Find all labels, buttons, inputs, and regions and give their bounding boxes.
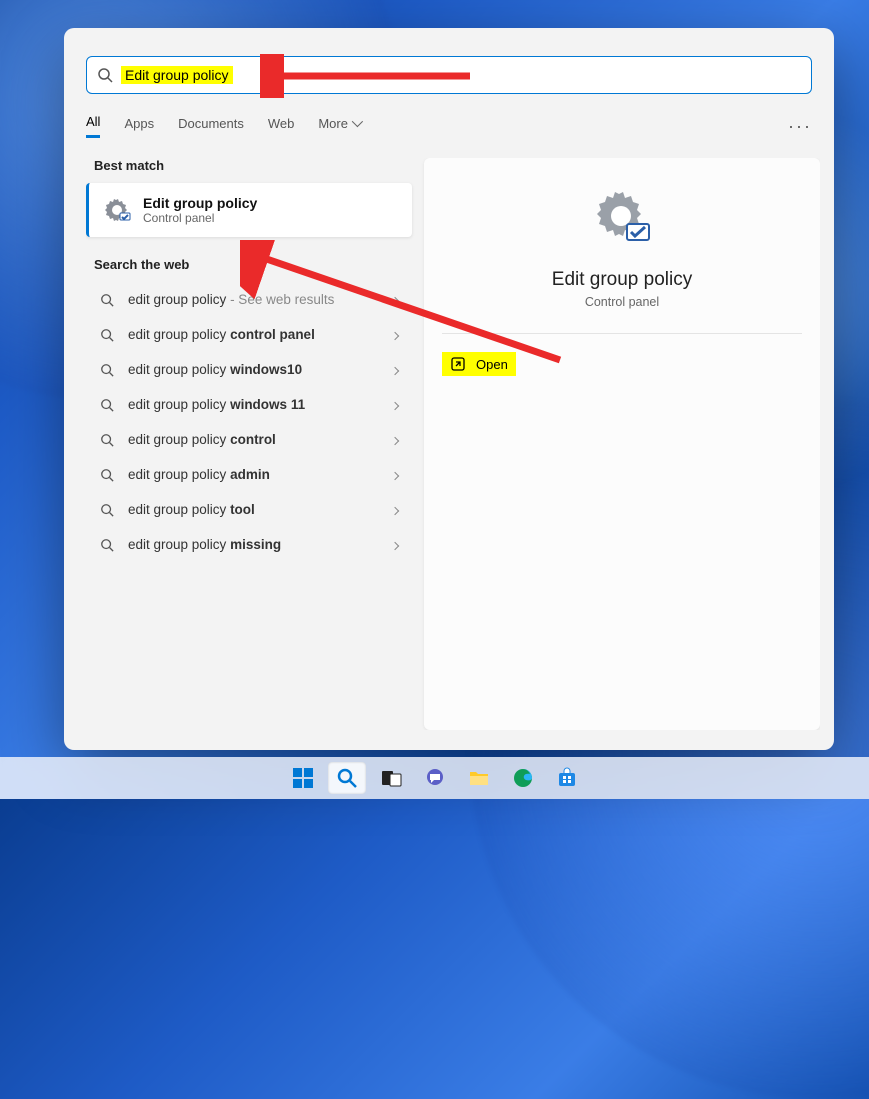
search-web-heading: Search the web — [94, 257, 412, 272]
taskbar — [0, 757, 869, 799]
web-results-list: edit group policy - See web results edit … — [86, 282, 412, 562]
web-result-item[interactable]: edit group policy admin — [86, 457, 412, 492]
divider — [442, 333, 802, 334]
search-icon — [100, 538, 114, 552]
chevron-right-icon — [392, 362, 398, 377]
best-match-title: Edit group policy — [143, 195, 257, 211]
web-result-text: edit group policy control panel — [128, 327, 315, 342]
chevron-down-icon — [352, 116, 363, 127]
search-icon — [100, 328, 114, 342]
tab-documents[interactable]: Documents — [178, 116, 244, 137]
web-result-text: edit group policy tool — [128, 502, 255, 517]
edge-button[interactable] — [504, 762, 542, 794]
preview-title: Edit group policy — [442, 269, 802, 291]
chevron-right-icon — [392, 432, 398, 447]
open-label: Open — [476, 357, 508, 372]
chevron-right-icon — [392, 537, 398, 552]
web-result-text: edit group policy windows10 — [128, 362, 302, 377]
web-result-text: edit group policy control — [128, 432, 276, 447]
best-match-heading: Best match — [94, 158, 412, 173]
file-explorer-button[interactable] — [460, 762, 498, 794]
web-result-item[interactable]: edit group policy windows10 — [86, 352, 412, 387]
chevron-right-icon — [392, 397, 398, 412]
web-result-item[interactable]: edit group policy control — [86, 422, 412, 457]
web-result-item[interactable]: edit group policy - See web results — [86, 282, 412, 317]
chevron-right-icon — [392, 502, 398, 517]
preview-pane: Edit group policy Control panel Open — [424, 158, 820, 730]
chevron-right-icon — [392, 292, 398, 307]
web-result-item[interactable]: edit group policy tool — [86, 492, 412, 527]
preview-subtitle: Control panel — [442, 295, 802, 309]
tab-more-label: More — [318, 116, 348, 131]
chevron-right-icon — [392, 327, 398, 342]
web-result-item[interactable]: edit group policy control panel — [86, 317, 412, 352]
preview-icon — [593, 188, 651, 251]
best-match-subtitle: Control panel — [143, 211, 257, 225]
task-view-button[interactable] — [372, 762, 410, 794]
search-box[interactable]: Edit group policy — [86, 56, 812, 94]
web-result-text: edit group policy windows 11 — [128, 397, 305, 412]
web-result-text: edit group policy missing — [128, 537, 281, 552]
chat-button[interactable] — [416, 762, 454, 794]
search-icon — [100, 468, 114, 482]
search-icon — [100, 433, 114, 447]
tab-all[interactable]: All — [86, 114, 100, 138]
tab-apps[interactable]: Apps — [124, 116, 154, 137]
search-icon — [100, 503, 114, 517]
store-button[interactable] — [548, 762, 586, 794]
web-result-item[interactable]: edit group policy missing — [86, 527, 412, 562]
filter-tabs: All Apps Documents Web More ··· — [86, 114, 812, 138]
open-icon — [450, 356, 466, 372]
best-match-result[interactable]: Edit group policy Control panel — [86, 183, 412, 237]
web-result-text: edit group policy admin — [128, 467, 270, 482]
search-input-text: Edit group policy — [121, 66, 233, 84]
web-result-text: edit group policy - See web results — [128, 292, 334, 307]
tab-web[interactable]: Web — [268, 116, 295, 137]
open-button[interactable]: Open — [442, 352, 516, 376]
start-button[interactable] — [284, 762, 322, 794]
search-icon — [100, 363, 114, 377]
search-panel: Edit group policy All Apps Documents Web… — [64, 28, 834, 750]
search-icon — [97, 67, 113, 83]
overflow-menu-button[interactable]: ··· — [788, 116, 812, 137]
search-icon — [100, 398, 114, 412]
web-result-item[interactable]: edit group policy windows 11 — [86, 387, 412, 422]
search-taskbar-button[interactable] — [328, 762, 366, 794]
control-panel-icon — [103, 196, 131, 224]
tab-more[interactable]: More — [318, 116, 360, 137]
search-icon — [100, 293, 114, 307]
chevron-right-icon — [392, 467, 398, 482]
results-column: Best match Edit group policy Control pan… — [86, 158, 412, 730]
